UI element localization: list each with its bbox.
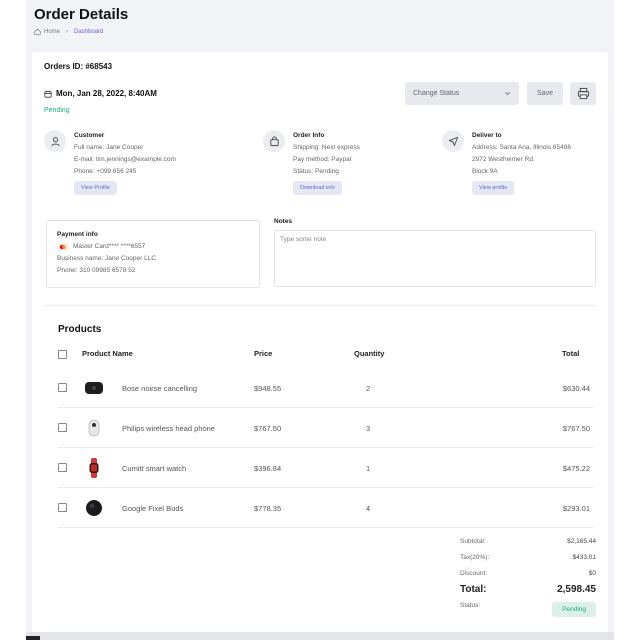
save-button[interactable]: Save <box>527 82 563 105</box>
customer-full-name: Full name: Jane Cooper <box>74 144 144 151</box>
customer-email: E-mail: tim.jennings@example.com <box>74 156 176 163</box>
mastercard-icon <box>57 243 69 251</box>
products-heading: Products <box>58 324 102 335</box>
order-status-text: Pending <box>44 107 70 114</box>
table-row: Philips wireless head phone $767.50 3 $7… <box>58 408 594 448</box>
deliver-address: Address: Santa Ana, Illinois 85486 <box>472 144 572 151</box>
table-row: Google Fixel Buds $778.35 4 $293.01 <box>58 488 594 528</box>
row-checkbox[interactable] <box>58 383 67 392</box>
view-profile-button[interactable]: View Profile <box>74 181 117 195</box>
payment-heading: Payment info <box>57 231 98 238</box>
chevron-down-icon <box>505 92 510 96</box>
order-date: Mon, Jan 28, 2022, 8:40AM <box>44 89 157 98</box>
product-quantity: 3 <box>366 423 371 433</box>
bottom-corner <box>26 636 40 640</box>
total-value: 2,598.45 <box>557 584 596 595</box>
status-badge: Pending <box>552 602 596 617</box>
total-label: Total: <box>460 584 487 595</box>
home-icon <box>34 28 41 35</box>
product-price: $948.55 <box>254 383 282 393</box>
product-name[interactable]: Google Fixel Buds <box>122 488 222 528</box>
earbuds-icon <box>84 418 104 438</box>
discount-label: Discount: <box>460 570 488 577</box>
order-info-shipping: Shipping: Next express <box>293 144 360 151</box>
breadcrumb-home[interactable]: Home <box>44 29 60 35</box>
product-name[interactable]: Philips wireless head phone <box>122 408 222 448</box>
order-info-pay-method: Pay method: Paypal <box>293 156 352 163</box>
column-total: Total <box>562 349 580 358</box>
customer-heading: Customer <box>74 132 105 139</box>
deliver-block: Block 9A <box>472 168 498 175</box>
user-icon <box>44 130 66 152</box>
subtotal-label: Subtotal: <box>460 538 486 545</box>
select-all-checkbox[interactable] <box>58 350 67 359</box>
customer-phone: Phone: +099 856 245 <box>74 168 137 175</box>
status-label: Status: <box>460 602 481 609</box>
product-total: $475.22 <box>562 463 590 473</box>
order-id: Orders ID: #68543 <box>44 62 113 71</box>
tax-label: Tax(20%): <box>460 554 490 561</box>
product-price: $767.50 <box>254 423 282 433</box>
product-price: $778.35 <box>254 503 282 513</box>
product-total: $767.50 <box>562 423 590 433</box>
product-quantity: 1 <box>366 463 371 473</box>
headphones-case-icon <box>84 378 104 398</box>
payment-card: Master Card**** ****6557 <box>73 243 146 250</box>
tax-value: $433.01 <box>572 554 597 561</box>
order-info-heading: Order Info <box>293 132 325 139</box>
tax-row: Tax(20%): $433.01 <box>460 554 596 561</box>
order-info-status: Status: Pending <box>293 168 339 175</box>
view-profile-deliver-button[interactable]: View profile <box>472 181 515 195</box>
payment-business: Business name: Jane Cooper LLC <box>57 255 157 262</box>
buds-icon <box>84 498 104 518</box>
table-row: Cumitt smart watch $396.84 1 $475.22 <box>58 448 594 488</box>
calendar-icon <box>44 90 52 98</box>
order-card: Orders ID: #68543 Mon, Jan 28, 2022, 8:4… <box>32 52 608 637</box>
notes-label: Notes <box>274 218 293 225</box>
send-icon <box>442 130 464 152</box>
row-checkbox[interactable] <box>58 503 67 512</box>
column-product-name: Product Name <box>82 349 133 358</box>
change-status-select[interactable]: Change Status <box>405 82 519 105</box>
column-quantity: Quantity <box>354 349 385 358</box>
breadcrumb-separator: › <box>66 28 69 35</box>
table-row: Bose noirse cancelling $948.55 2 $630.44 <box>58 368 594 408</box>
print-button[interactable] <box>570 82 596 105</box>
deliver-street: 2972 Westheimer Rd. <box>472 156 535 163</box>
payment-card-row: Master Card**** ****6557 <box>57 241 249 253</box>
row-checkbox[interactable] <box>58 423 67 432</box>
product-name[interactable]: Bose noirse cancelling <box>122 368 222 408</box>
printer-icon <box>577 87 589 100</box>
row-checkbox[interactable] <box>58 463 67 472</box>
order-date-text: Mon, Jan 28, 2022, 8:40AM <box>56 89 157 98</box>
download-info-button[interactable]: Download info <box>293 181 342 195</box>
product-price: $396.84 <box>254 463 282 473</box>
product-name[interactable]: Cumitt smart watch <box>122 448 222 488</box>
product-total: $293.01 <box>562 503 590 513</box>
status-row: Status: Pending <box>460 602 596 617</box>
product-total: $630.44 <box>562 383 590 393</box>
page-title: Order Details <box>34 6 129 23</box>
payment-phone: Phone: 310 09985 6578 52 <box>57 267 136 274</box>
subtotal-row: Subtotal: $2,165.44 <box>460 538 596 545</box>
column-price: Price <box>254 349 273 358</box>
breadcrumb-current[interactable]: Dashboard <box>74 29 103 35</box>
page-background: Order Details Home › Dashboard Orders ID… <box>26 0 614 640</box>
divider <box>44 305 596 306</box>
deliver-to-heading: Deliver to <box>472 132 502 139</box>
total-row: Total: 2,598.45 <box>460 584 596 595</box>
payment-info-box: Payment info Master Card**** ****6557 Bu… <box>46 220 260 288</box>
products-table-header: Product Name Price Quantity Total <box>58 349 586 361</box>
discount-row: Discount: $0 <box>460 570 596 577</box>
product-quantity: 2 <box>366 383 371 393</box>
discount-value: $0 <box>588 570 596 577</box>
product-quantity: 4 <box>366 503 371 513</box>
breadcrumb: Home › Dashboard <box>34 28 103 35</box>
subtotal-value: $2,165.44 <box>567 538 596 545</box>
smartwatch-icon <box>84 458 104 478</box>
change-status-label: Change Status <box>413 90 460 97</box>
notes-textarea[interactable]: Type some note <box>274 230 596 287</box>
bottom-bar <box>26 632 614 640</box>
shopping-bag-icon <box>263 130 285 152</box>
